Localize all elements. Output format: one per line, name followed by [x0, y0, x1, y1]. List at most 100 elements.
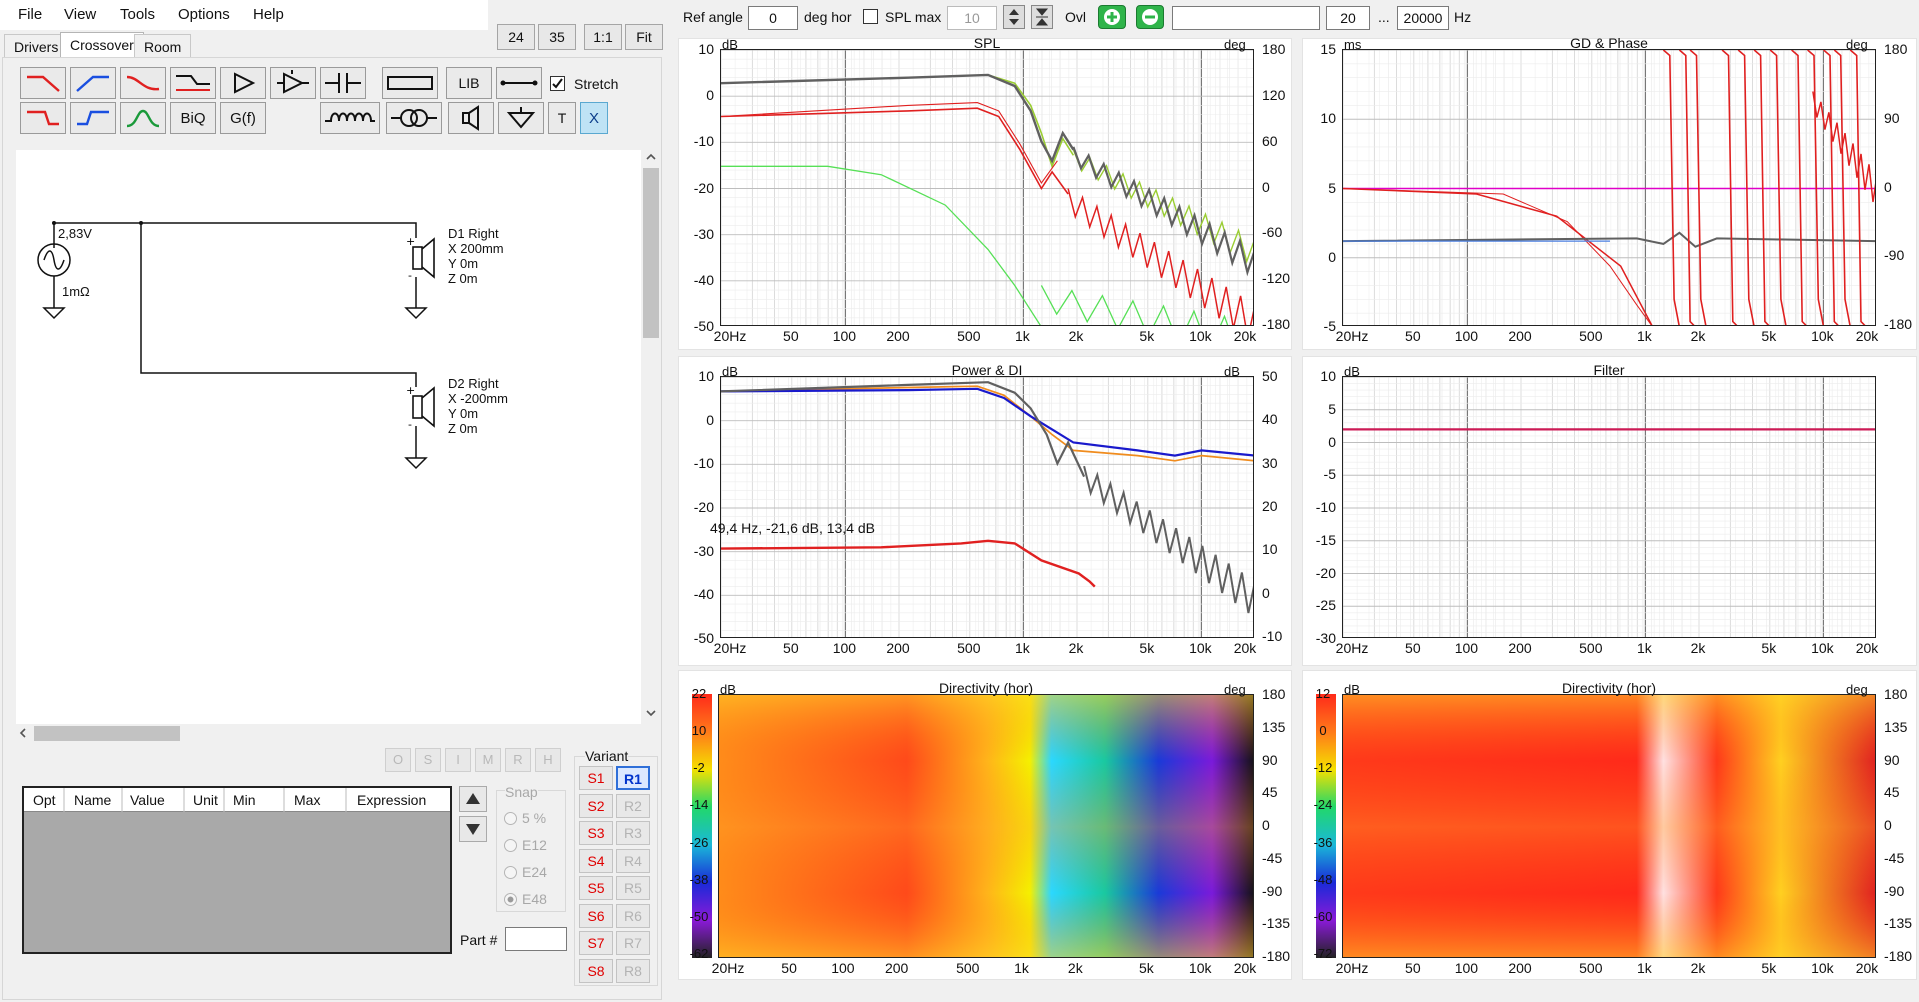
variant-s1-button[interactable]: S1: [579, 766, 613, 790]
remove-overlay-button[interactable]: [1136, 5, 1164, 29]
filter-x-tick: 1k: [1637, 640, 1652, 656]
optimizer-table[interactable]: Opt Name Value Unit Min Max Expression: [22, 786, 452, 954]
opt-s-button[interactable]: S: [415, 748, 441, 772]
dir2-title: Directivity (hor): [1561, 680, 1657, 696]
variant-r4-button[interactable]: R4: [616, 848, 650, 873]
variant-s4-button[interactable]: S4: [579, 848, 613, 873]
variant-s2-button[interactable]: S2: [579, 793, 613, 818]
variant-r2-button[interactable]: R2: [616, 793, 650, 818]
snap-5pct-radio[interactable]: 5 %: [504, 810, 546, 826]
dir1-x-tick: 10k: [1188, 960, 1212, 976]
move-up-button[interactable]: [459, 786, 487, 812]
tab-room[interactable]: Room: [134, 34, 192, 58]
menu-tools[interactable]: Tools: [120, 6, 155, 23]
gd-plot-area[interactable]: [1342, 49, 1876, 326]
tab-drivers[interactable]: Drivers: [4, 34, 69, 58]
filter-left-unit: dB: [1344, 364, 1360, 379]
ref-angle-input[interactable]: 0: [748, 6, 798, 30]
bandpass-tool[interactable]: [120, 102, 166, 134]
schematic-canvas[interactable]: + - + - 2,83V 1mΩ D1 Right X 200mm Y 0m Z …: [16, 150, 641, 724]
highpass-tool[interactable]: [70, 67, 116, 99]
scroll-up-icon[interactable]: [644, 150, 658, 167]
power-plot-area[interactable]: [720, 376, 1254, 638]
scroll-down-icon[interactable]: [644, 706, 658, 723]
zoom-1to1-button[interactable]: 1:1: [584, 24, 622, 50]
canvas-horizontal-scrollbar[interactable]: [16, 724, 641, 742]
spl-max-checkbox[interactable]: [863, 9, 878, 24]
highpass2-tool[interactable]: [70, 102, 116, 134]
range-swap-button[interactable]: [1031, 5, 1053, 29]
zoom-35-button[interactable]: 35: [538, 24, 576, 50]
variant-r3-button[interactable]: R3: [616, 821, 650, 845]
lowpass2-tool[interactable]: [20, 102, 66, 134]
wire-tool[interactable]: [496, 67, 542, 99]
driver-d1-label[interactable]: D1 Right X 200mm Y 0m Z 0m: [448, 226, 504, 286]
ground-tool[interactable]: [498, 102, 544, 134]
opt-m-button[interactable]: M: [475, 748, 501, 772]
snap-e12-radio[interactable]: E12: [504, 837, 547, 853]
snap-e24-radio[interactable]: E24: [504, 864, 547, 880]
driver-d2-label[interactable]: D2 Right X -200mm Y 0m Z 0m: [448, 376, 508, 436]
x-button[interactable]: X: [580, 102, 608, 134]
opamp-tool[interactable]: [270, 67, 316, 99]
variant-s3-button[interactable]: S3: [579, 821, 613, 845]
menu-options[interactable]: Options: [178, 6, 230, 23]
snap-e48-radio[interactable]: E48: [504, 891, 547, 907]
tab-crossover[interactable]: Crossover: [60, 32, 144, 59]
overlay-name-input[interactable]: [1172, 6, 1320, 30]
dir2-plot-area[interactable]: [1342, 694, 1876, 958]
menu-help[interactable]: Help: [253, 6, 284, 23]
dir1-plot-area[interactable]: [718, 694, 1254, 958]
scroll-left-icon[interactable]: [16, 726, 30, 743]
lowpass-shelf-tool[interactable]: [120, 67, 166, 99]
dir1-right-unit: deg: [1224, 682, 1246, 697]
filter-plot-area[interactable]: [1342, 376, 1876, 638]
spl-max-spinner[interactable]: [1003, 5, 1025, 29]
variant-r7-button[interactable]: R7: [616, 931, 650, 955]
menu-view[interactable]: View: [64, 6, 96, 23]
freq-from-input[interactable]: 20: [1326, 6, 1370, 30]
amplifier-tool[interactable]: [220, 67, 266, 99]
zoom-fit-button[interactable]: Fit: [625, 24, 663, 50]
menu-file[interactable]: File: [18, 6, 42, 23]
opt-h-button[interactable]: H: [535, 748, 561, 772]
opt-r-button[interactable]: R: [505, 748, 531, 772]
radio-circle-icon: [504, 812, 517, 825]
variant-s6-button[interactable]: S6: [579, 903, 613, 928]
move-down-button[interactable]: [459, 816, 487, 842]
lowpass-tool[interactable]: [20, 67, 66, 99]
speaker-tool[interactable]: [448, 102, 494, 134]
stretch-checkbox[interactable]: [550, 76, 565, 91]
transformer-tool[interactable]: [386, 102, 442, 134]
freq-to-input[interactable]: 20000: [1397, 6, 1449, 30]
lib-button[interactable]: LIB: [446, 67, 492, 99]
variant-r8-button[interactable]: R8: [616, 958, 650, 983]
dir1-scale-tick: -26: [689, 834, 709, 850]
t-button[interactable]: T: [548, 102, 576, 134]
add-overlay-button[interactable]: [1098, 5, 1126, 29]
part-number-input[interactable]: [505, 927, 567, 951]
capacitor-tool[interactable]: [320, 67, 366, 99]
variant-r5-button[interactable]: R5: [616, 876, 650, 900]
vertical-scroll-thumb[interactable]: [643, 168, 659, 338]
gf-button[interactable]: G(f): [220, 102, 266, 134]
zoom-24-button[interactable]: 24: [497, 24, 535, 50]
horizontal-scroll-thumb[interactable]: [34, 726, 180, 741]
opt-o-button[interactable]: O: [385, 748, 411, 772]
notch-tool[interactable]: [170, 67, 216, 99]
spl-x-tick: 20k: [1233, 328, 1257, 344]
opt-i-button[interactable]: I: [445, 748, 471, 772]
variant-s5-button[interactable]: S5: [579, 876, 613, 900]
variant-s7-button[interactable]: S7: [579, 931, 613, 955]
biquad-button[interactable]: BiQ: [170, 102, 216, 134]
power-x-tick: 200: [886, 640, 910, 656]
canvas-vertical-scrollbar[interactable]: [641, 150, 661, 724]
variant-r6-button[interactable]: R6: [616, 903, 650, 928]
resistor-tool[interactable]: [382, 67, 438, 99]
spl-max-input[interactable]: 10: [947, 6, 997, 30]
inductor-tool[interactable]: [320, 102, 380, 134]
dir2-scale-tick: 0: [1319, 723, 1327, 739]
variant-r1-button[interactable]: R1: [616, 766, 650, 790]
spl-plot-area[interactable]: [720, 49, 1254, 326]
variant-s8-button[interactable]: S8: [579, 958, 613, 983]
